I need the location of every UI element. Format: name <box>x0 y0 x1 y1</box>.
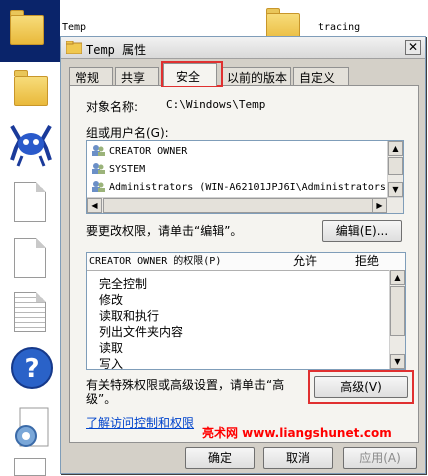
user-group-icon <box>92 145 105 156</box>
list-item[interactable]: SYSTEM <box>91 161 145 178</box>
tab-general[interactable]: 常规 <box>69 67 113 85</box>
allow-column-header: 允许 <box>293 254 318 268</box>
advanced-button[interactable]: 高级(V) <box>314 376 408 398</box>
object-name-value: C:\Windows\Temp <box>166 98 266 111</box>
dialog-title: Temp 属性 <box>86 43 147 57</box>
object-name-label: 对象名称: <box>86 100 139 114</box>
dialog-titlebar[interactable]: Temp 属性 ✕ <box>61 37 425 59</box>
realtek-icon[interactable] <box>8 120 54 168</box>
file-icon <box>14 458 46 476</box>
scroll-up-icon[interactable]: ▲ <box>390 270 405 285</box>
list-item[interactable]: Administrators (WIN-A62101JPJ6I\Administ… <box>91 179 387 196</box>
permission-row: 读取 <box>99 341 124 355</box>
watermark: 亮术网 www.liangshunet.com <box>202 426 392 440</box>
permission-row: 写入 <box>99 357 124 369</box>
svg-text:?: ? <box>24 354 39 384</box>
properties-dialog: Temp 属性 ✕ 常规 共享 安全 以前的版本 自定义 对象名称: C:\Wi… <box>60 36 426 474</box>
learn-access-control-link[interactable]: 了解访问控制和权限 <box>86 414 194 431</box>
group-name: Administrators (WIN-A62101JPJ6I\Administ… <box>109 182 387 193</box>
scroll-thumb[interactable] <box>390 286 405 336</box>
help-icon: ? <box>11 347 53 389</box>
group-name: CREATOR OWNER <box>109 146 188 157</box>
scroll-thumb[interactable] <box>103 198 373 213</box>
groups-horizontal-scrollbar[interactable]: ◀ ▶ <box>87 197 403 213</box>
tab-customize[interactable]: 自定义 <box>293 67 349 85</box>
tab-previous-versions[interactable]: 以前的版本 <box>221 67 291 85</box>
security-panel: 对象名称: C:\Windows\Temp 组或用户名(G): CREATOR … <box>69 85 419 443</box>
permissions-header: CREATOR OWNER 的权限(P) <box>89 256 222 267</box>
groups-list[interactable]: CREATOR OWNER SYSTEM Administrators (WIN… <box>86 140 404 214</box>
scroll-up-icon[interactable]: ▲ <box>388 141 403 156</box>
folder-icon <box>14 76 48 106</box>
permission-row: 修改 <box>99 293 124 307</box>
tab-sharing[interactable]: 共享 <box>115 67 159 85</box>
temp-folder-item[interactable] <box>0 0 60 62</box>
config-file-item[interactable] <box>12 406 52 450</box>
tracing-folder-item[interactable] <box>262 6 302 43</box>
permissions-list[interactable]: CREATOR OWNER 的权限(P) 允许 拒绝 完全控制 修改 读取和执行… <box>86 252 406 370</box>
cancel-button[interactable]: 取消 <box>263 447 333 469</box>
file-item[interactable] <box>14 458 48 476</box>
permission-row: 列出文件夹内容 <box>99 325 184 339</box>
scroll-down-icon[interactable]: ▼ <box>388 182 403 197</box>
folder-item[interactable] <box>10 68 54 112</box>
folder-icon <box>66 41 82 54</box>
folder-icon <box>10 15 44 45</box>
scroll-left-icon[interactable]: ◀ <box>87 198 102 213</box>
file-icon <box>14 182 46 222</box>
permission-row: 读取和执行 <box>99 309 160 323</box>
edit-hint: 要更改权限，请单击“编辑”。 <box>86 224 243 238</box>
advanced-hint: 有关特殊权限或高级设置，请单击“高级”。 <box>86 378 285 406</box>
group-name: SYSTEM <box>109 164 146 175</box>
text-file-item[interactable] <box>14 292 48 336</box>
groups-vertical-scrollbar[interactable]: ▲ ▼ <box>387 141 403 197</box>
edit-button[interactable]: 编辑(E)... <box>322 220 402 242</box>
scroll-down-icon[interactable]: ▼ <box>390 354 405 369</box>
deny-column-header: 拒绝 <box>355 254 380 268</box>
ok-button[interactable]: 确定 <box>185 447 255 469</box>
file-icon <box>14 238 46 278</box>
user-group-icon <box>92 181 105 192</box>
groups-label: 组或用户名(G): <box>86 126 169 140</box>
list-item[interactable]: CREATOR OWNER <box>91 143 187 160</box>
scroll-right-icon[interactable]: ▶ <box>372 198 387 213</box>
tab-security[interactable]: 安全 <box>163 63 217 86</box>
help-file-item[interactable]: ? <box>10 346 54 390</box>
user-group-icon <box>92 163 105 174</box>
permission-row: 完全控制 <box>99 277 148 291</box>
close-button[interactable]: ✕ <box>405 40 421 55</box>
permissions-vertical-scrollbar[interactable]: ▲ ▼ <box>389 270 405 369</box>
apply-button[interactable]: 应用(A) <box>343 447 417 469</box>
gear-file-icon <box>15 407 49 447</box>
file-item[interactable] <box>14 238 48 282</box>
scroll-thumb[interactable] <box>388 157 403 175</box>
text-file-icon <box>14 292 46 332</box>
file-item[interactable] <box>14 182 48 226</box>
